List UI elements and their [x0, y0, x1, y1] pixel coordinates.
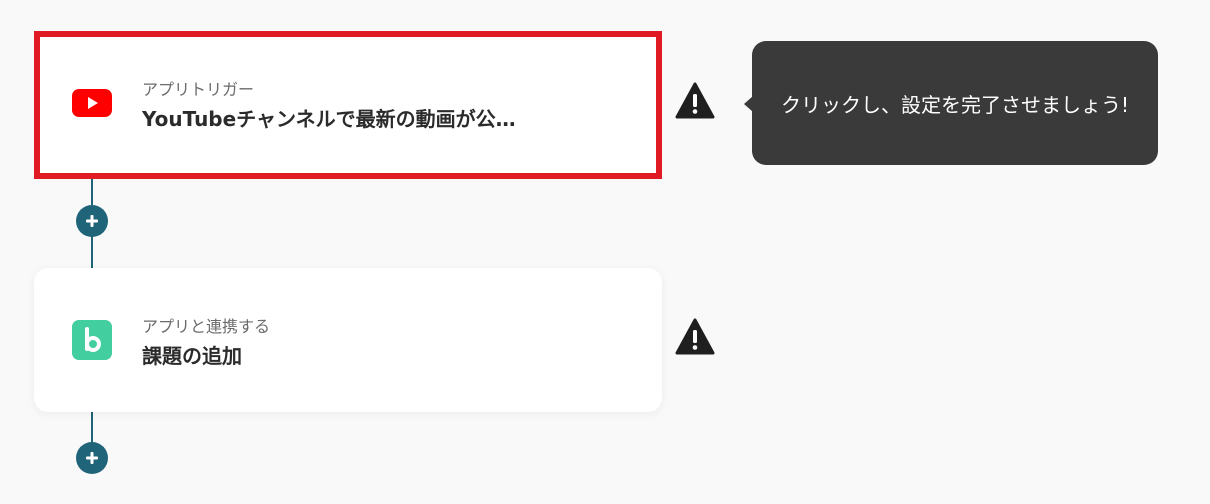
action-step-card[interactable]: アプリと連携する 課題の追加 — [34, 268, 662, 412]
step-kind-label: アプリと連携する — [142, 317, 271, 336]
add-step-button[interactable] — [76, 205, 108, 237]
trigger-step-card[interactable]: アプリトリガー YouTubeチャンネルで最新の動画が公… — [34, 31, 662, 179]
plus-icon — [85, 214, 99, 228]
step-title: 課題の追加 — [142, 344, 242, 368]
setup-hint-tooltip: クリックし、設定を完了させましょう! — [752, 41, 1158, 165]
youtube-icon — [72, 83, 112, 123]
warning-icon[interactable] — [675, 317, 715, 357]
backlog-icon — [72, 320, 112, 360]
tooltip-text: クリックし、設定を完了させましょう! — [780, 92, 1130, 117]
flow-connector-line — [91, 412, 93, 446]
plus-icon — [85, 451, 99, 465]
step-title: YouTubeチャンネルで最新の動画が公… — [142, 107, 516, 131]
step-kind-label: アプリトリガー — [142, 80, 255, 99]
add-step-button[interactable] — [76, 442, 108, 474]
warning-icon[interactable] — [675, 81, 715, 121]
